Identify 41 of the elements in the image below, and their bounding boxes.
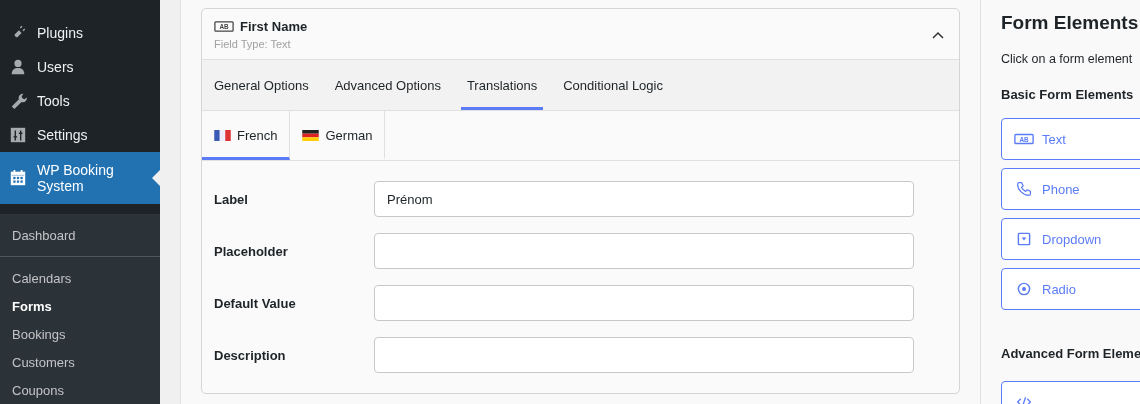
sidebar-menu-item[interactable]: Users — [0, 50, 160, 84]
submenu-item[interactable]: Calendars — [0, 265, 160, 293]
input-field[interactable]: Prénom — [374, 181, 914, 217]
submenu-item[interactable]: Forms — [0, 293, 160, 321]
section-heading: Advanced Form Eleme — [1001, 346, 1140, 361]
panel-hint: Click on a form element — [1001, 52, 1134, 66]
tab[interactable]: Conditional Logic — [557, 60, 669, 110]
user-icon — [9, 58, 27, 76]
form-element-button[interactable]: Radio — [1001, 268, 1140, 310]
sliders-icon — [9, 126, 27, 144]
input-field[interactable] — [374, 285, 914, 321]
form-element-button[interactable]: Dropdown — [1001, 218, 1140, 260]
tab[interactable]: Translations — [460, 60, 544, 110]
language-tab[interactable]: German — [290, 111, 386, 160]
tab[interactable]: General Options — [208, 60, 315, 110]
phone-icon — [1014, 181, 1034, 197]
field-label: Placeholder — [214, 243, 289, 259]
panel-title: Form Elements — [1001, 12, 1140, 34]
sidebar-menu-item[interactable]: Tools — [0, 84, 160, 118]
flag-icon — [214, 130, 231, 141]
language-tab[interactable]: French — [202, 111, 291, 160]
submenu-item[interactable]: Customers — [0, 349, 160, 377]
input-field[interactable] — [374, 337, 914, 373]
section-heading: Basic Form Elements — [1001, 87, 1135, 102]
field-title: First Name — [240, 19, 308, 34]
field-label: Description — [214, 347, 287, 363]
input-field[interactable] — [374, 233, 914, 269]
sidebar-menu-item[interactable]: Settings — [0, 118, 160, 152]
submenu-item[interactable]: Coupons — [0, 377, 160, 404]
tab[interactable]: Advanced Options — [328, 60, 447, 110]
field-type-label: Field Type: Text — [214, 38, 292, 50]
sidebar-menu-item[interactable]: Plugins — [0, 16, 160, 50]
form-element-button[interactable]: Phone — [1001, 168, 1140, 210]
flag-icon — [302, 130, 320, 141]
field-label: Default Value — [214, 295, 297, 311]
field-label: Label — [214, 191, 249, 207]
submenu-item[interactable]: Dashboard — [0, 222, 160, 250]
wrench-icon — [9, 92, 27, 110]
calendar-icon — [9, 169, 27, 187]
sidebar-menu-item[interactable]: WP Booking System — [0, 152, 160, 204]
submenu-item[interactable]: Bookings — [0, 321, 160, 349]
